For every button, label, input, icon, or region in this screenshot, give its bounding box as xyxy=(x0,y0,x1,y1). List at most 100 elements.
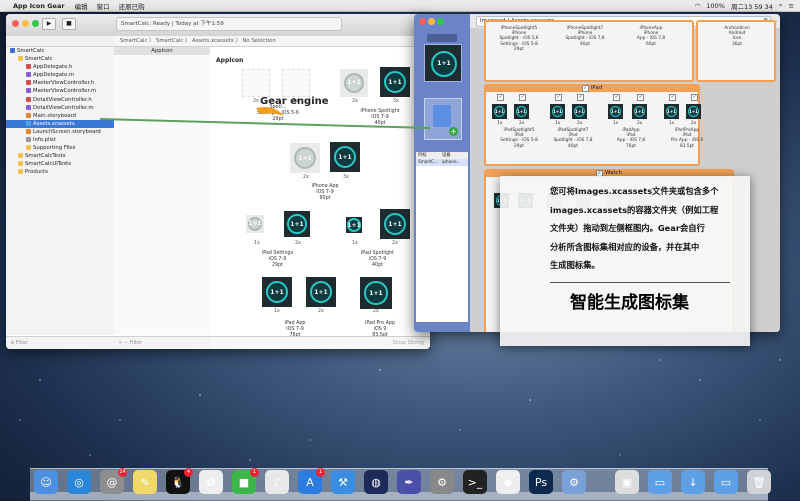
menu-app-name[interactable]: App Icon Gear xyxy=(13,2,65,10)
nav-item-assets-xcassets[interactable]: Assets.xcassets xyxy=(6,119,114,128)
wifi-icon[interactable]: ◠ xyxy=(695,2,701,10)
icon-slot[interactable]: 1+1 xyxy=(360,277,392,309)
photoshop-icon[interactable]: Ps xyxy=(529,470,553,494)
icon-slot[interactable]: 1+1 xyxy=(380,67,410,97)
icon-slot[interactable]: 1+1 xyxy=(262,277,292,307)
source-icon-well[interactable]: 1+1 xyxy=(424,44,462,82)
folder-icon[interactable]: ▭ xyxy=(714,470,738,494)
nav-item-masterviewcontroller-h[interactable]: MasterViewController.h xyxy=(6,79,114,87)
icon-slot[interactable]: 1+1 xyxy=(246,215,264,233)
nav-item-detailviewcontroller-m[interactable]: DetailViewController.m xyxy=(6,104,114,112)
size-checkbox[interactable]: ✓ xyxy=(497,94,504,101)
target-row[interactable]: SmartC… iphone… xyxy=(416,159,468,166)
size-checkbox[interactable]: ✓ xyxy=(519,94,526,101)
menu-item-restore[interactable]: 还原已购 xyxy=(119,1,145,11)
gear-drop-sidebar[interactable]: 1+1 + 目标 设备 SmartC… iphone… xyxy=(414,14,470,332)
size-checkbox[interactable]: ✓ xyxy=(669,94,676,101)
icon-preview[interactable]: 1+1 xyxy=(664,104,679,119)
clock[interactable]: 周二13 59 34 xyxy=(731,1,773,11)
file-icon xyxy=(26,80,31,86)
nav-item-smartcalcuitests[interactable]: SmartCalcUITests xyxy=(6,160,114,168)
sketch-icon[interactable]: ◆ xyxy=(496,470,520,494)
photos-icon[interactable]: ✿ xyxy=(199,470,223,494)
finder-icon[interactable]: ☺ xyxy=(34,470,58,494)
downloads-icon[interactable]: ↓ xyxy=(681,470,705,494)
safari-icon[interactable]: ◎ xyxy=(67,470,91,494)
gear-close-button[interactable] xyxy=(419,18,426,25)
close-button[interactable] xyxy=(12,20,19,27)
col-target[interactable]: 目标 xyxy=(416,152,442,159)
icon-slot-empty[interactable] xyxy=(242,69,270,97)
icon-preview[interactable]: 1+1 xyxy=(514,104,529,119)
size-checkbox[interactable]: ✓ xyxy=(555,94,562,101)
nav-item-launchscreen-storyboard[interactable]: LaunchScreen.storyboard xyxy=(6,128,114,136)
gear-sidebar-tab[interactable] xyxy=(427,34,457,42)
icon-preview[interactable]: 1+1 xyxy=(550,104,565,119)
jump-bar[interactable]: SmartCalc 〉 SmartCalc 〉 Assets.xcassets … xyxy=(114,36,430,47)
nav-item-supporting-files[interactable]: Supporting Files xyxy=(6,144,114,152)
minimize-button[interactable] xyxy=(22,20,29,27)
iconset-caption: iPadProApp iPad Pro App - iOS 9 83.5pt xyxy=(654,128,720,149)
nav-item-detailviewcontroller-h[interactable]: DetailViewController.h xyxy=(6,96,114,104)
icon-slot[interactable]: 1+1 xyxy=(284,211,310,237)
icon-preview[interactable]: 1+1 xyxy=(492,104,507,119)
navigator-tabs[interactable] xyxy=(6,36,114,47)
trash-icon[interactable]: 🗑 xyxy=(747,470,771,494)
battery-label[interactable]: 100% xyxy=(706,2,725,10)
nav-item-label: SmartCalcUITests xyxy=(25,161,71,168)
scale-label: 2x xyxy=(303,175,309,180)
run-icon[interactable]: ▶ xyxy=(42,18,56,30)
nav-item-appdelegate-m[interactable]: AppDelegate.m xyxy=(6,71,114,79)
set-filter[interactable]: + − Filter xyxy=(114,336,210,349)
icon-preview[interactable]: 1+1 xyxy=(572,104,587,119)
xcode-icon[interactable]: ⚒ xyxy=(331,470,355,494)
group-checkbox[interactable]: ✓ xyxy=(581,85,589,92)
icon-preview[interactable]: 1+1 xyxy=(632,104,647,119)
zoom-button[interactable] xyxy=(32,20,39,27)
menu-list-icon[interactable]: ≡ xyxy=(789,2,794,10)
icon-slot[interactable]: 1+1 xyxy=(340,69,368,97)
music-icon[interactable]: ♪ xyxy=(265,470,289,494)
icon-slot-empty[interactable] xyxy=(282,69,310,97)
icon-slot[interactable]: 1+1 xyxy=(306,277,336,307)
size-checkbox[interactable]: ✓ xyxy=(577,94,584,101)
caption-line: 83.5pt xyxy=(680,143,694,149)
sysprefs-icon[interactable]: ⚙ xyxy=(430,470,454,494)
col-device[interactable]: 设备 xyxy=(442,152,451,159)
size-checkbox[interactable]: ✓ xyxy=(613,94,620,101)
menu-item-edit[interactable]: 编辑 xyxy=(75,1,88,11)
gear-app-icon[interactable]: ⚙ xyxy=(562,470,586,494)
show-slicing-button[interactable]: Show Slicing xyxy=(210,336,430,349)
icon-slot[interactable]: 1+1 xyxy=(380,209,410,239)
ipad-group-header[interactable]: ✓ iPad xyxy=(484,84,700,92)
nav-item-products[interactable]: Products xyxy=(6,168,114,176)
gear-zoom-button[interactable] xyxy=(437,18,444,25)
icon-preview[interactable]: 1+1 xyxy=(686,104,701,119)
nav-item-appdelegate-h[interactable]: AppDelegate.h xyxy=(6,63,114,71)
nav-item-smartcalc[interactable]: SmartCalc xyxy=(6,47,114,55)
size-checkbox[interactable]: ✓ xyxy=(691,94,698,101)
nav-item-masterviewcontroller-m[interactable]: MasterViewController.m xyxy=(6,87,114,95)
nav-item-info-plist[interactable]: Info.plist xyxy=(6,136,114,144)
menu-item-window[interactable]: 窗口 xyxy=(97,1,110,11)
navigator-filter[interactable]: ⊕ Filter xyxy=(6,336,114,349)
nav-item-main-storyboard[interactable]: Main.storyboard xyxy=(6,112,114,120)
scale-label: 3x xyxy=(393,99,399,104)
instruments-icon[interactable]: ◍ xyxy=(364,470,388,494)
stop-icon[interactable]: ■ xyxy=(62,18,76,30)
gear-minimize-button[interactable] xyxy=(428,18,435,25)
icon-slot[interactable]: 1+1 xyxy=(330,142,360,172)
search-icon[interactable]: ⌕ xyxy=(779,1,783,10)
nav-item-smartcalctests[interactable]: SmartCalcTests xyxy=(6,152,114,160)
notes-icon[interactable]: ✎ xyxy=(133,470,157,494)
preview-icon[interactable]: ▣ xyxy=(615,470,639,494)
icon-preview[interactable]: 1+1 xyxy=(608,104,623,119)
folder-icon[interactable]: ▭ xyxy=(648,470,672,494)
set-list-item-appicon[interactable]: AppIcon xyxy=(114,47,210,55)
terminal-icon[interactable]: >_ xyxy=(463,470,487,494)
pen-icon[interactable]: ✒ xyxy=(397,470,421,494)
size-checkbox[interactable]: ✓ xyxy=(637,94,644,101)
nav-item-smartcalc[interactable]: SmartCalc xyxy=(6,55,114,63)
icon-slot[interactable]: 1+1 xyxy=(290,143,320,173)
icon-slot[interactable]: 1+1 xyxy=(346,217,362,233)
